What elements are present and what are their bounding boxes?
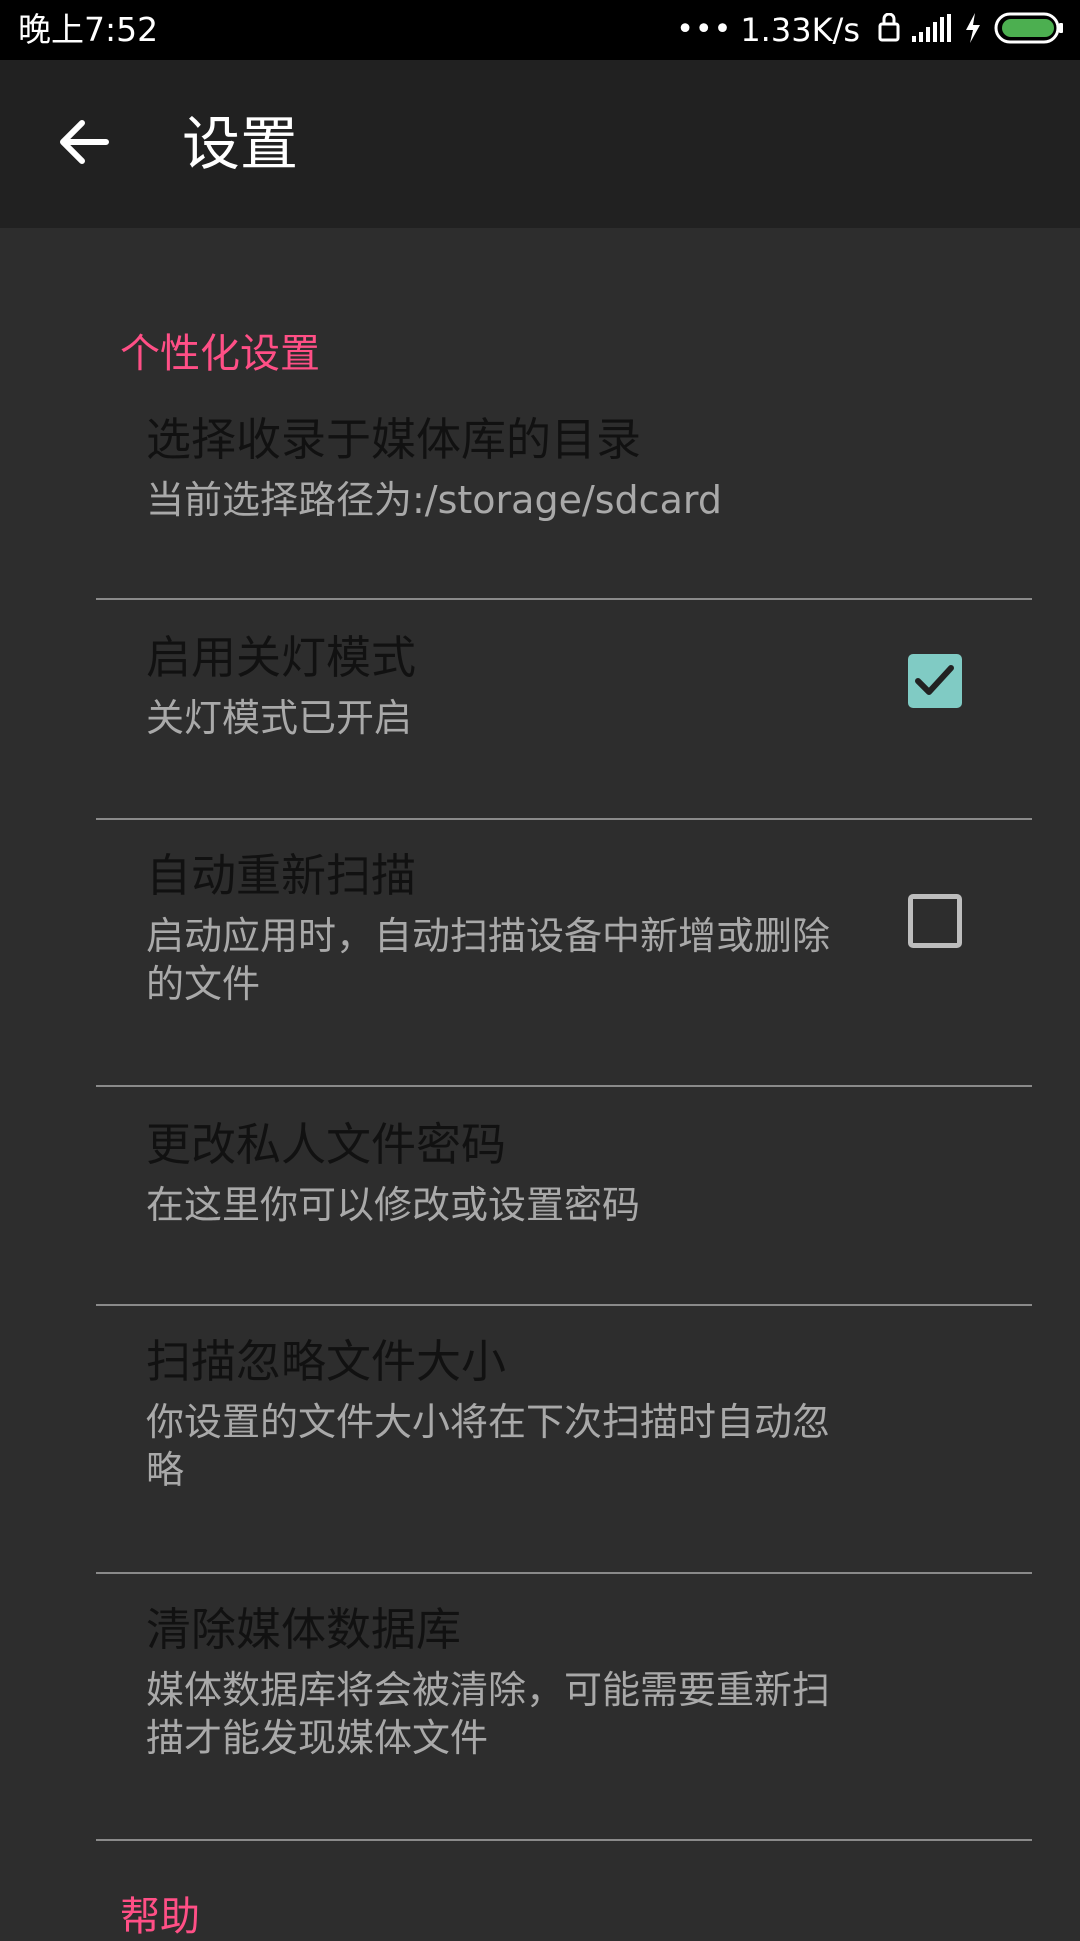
arrow-left-icon bbox=[60, 120, 109, 164]
pref-ignore-file-size[interactable]: 扫描忽略文件大小 你设置的文件大小将在下次扫描时自动忽略 bbox=[0, 1306, 1080, 1572]
pref-summary: 在这里你可以修改或设置密码 bbox=[146, 1183, 641, 1227]
dark-mode-checkbox[interactable] bbox=[908, 654, 962, 708]
pref-summary: 你设置的文件大小将在下次扫描时自动忽略 bbox=[146, 1400, 831, 1492]
pref-summary: 关灯模式已开启 bbox=[146, 696, 413, 740]
page-title: 设置 bbox=[182, 110, 299, 178]
pref-title: 清除媒体数据库 bbox=[146, 1603, 462, 1656]
app-bar: 设置 bbox=[0, 60, 1080, 228]
pref-clear-media-db[interactable]: 清除媒体数据库 媒体数据库将会被清除，可能需要重新扫描才能发现媒体文件 bbox=[0, 1574, 1080, 1840]
charging-icon bbox=[964, 13, 982, 47]
auto-rescan-checkbox[interactable] bbox=[908, 894, 962, 948]
battery-icon bbox=[994, 12, 1064, 48]
pref-summary: 当前选择路径为:/storage/sdcard bbox=[146, 478, 722, 522]
network-speed: 1.33K/s bbox=[740, 11, 860, 49]
divider bbox=[96, 1839, 1032, 1841]
back-button[interactable] bbox=[44, 102, 124, 182]
pref-title: 启用关灯模式 bbox=[146, 631, 417, 684]
status-time: 晚上7:52 bbox=[18, 10, 159, 49]
pref-summary: 启动应用时，自动扫描设备中新增或删除的文件 bbox=[146, 914, 831, 1006]
pref-auto-rescan[interactable]: 自动重新扫描 启动应用时，自动扫描设备中新增或删除的文件 bbox=[0, 820, 1080, 1086]
pref-title: 更改私人文件密码 bbox=[146, 1118, 507, 1171]
pref-title: 自动重新扫描 bbox=[146, 849, 417, 902]
status-icons: ••• 1.33K/s bbox=[676, 8, 1064, 52]
settings-list: 个性化设置 选择收录于媒体库的目录 当前选择路径为:/storage/sdcar… bbox=[0, 228, 1080, 1940]
pref-title: 选择收录于媒体库的目录 bbox=[146, 413, 642, 466]
lock-icon bbox=[878, 12, 900, 47]
section-header-help: 帮助 bbox=[120, 1894, 200, 1940]
pref-dark-mode[interactable]: 启用关灯模式 关灯模式已开启 bbox=[0, 600, 1080, 818]
section-header-personalization: 个性化设置 bbox=[120, 331, 320, 377]
status-bar: 晚上7:52 ••• 1.33K/s bbox=[0, 0, 1080, 60]
check-icon bbox=[915, 665, 954, 695]
signal-icon bbox=[912, 14, 952, 46]
pref-summary: 媒体数据库将会被清除，可能需要重新扫描才能发现媒体文件 bbox=[146, 1668, 831, 1760]
pref-title: 扫描忽略文件大小 bbox=[146, 1335, 507, 1388]
pref-change-password[interactable]: 更改私人文件密码 在这里你可以修改或设置密码 bbox=[0, 1087, 1080, 1305]
more-dots-icon: ••• bbox=[676, 12, 733, 47]
